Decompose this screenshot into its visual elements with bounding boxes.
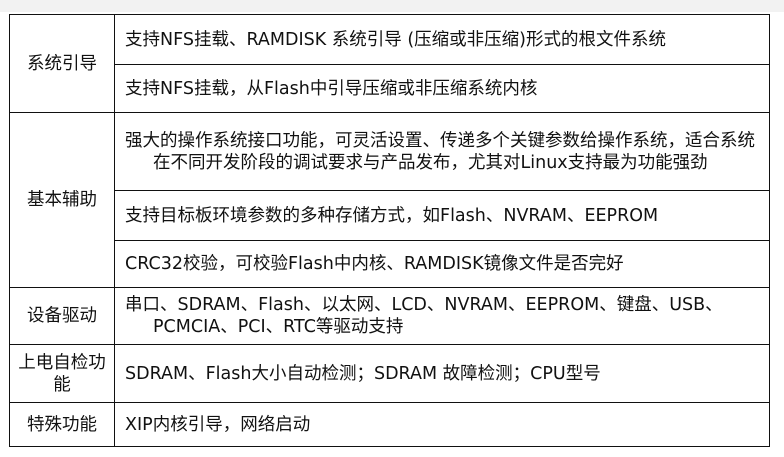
description-text: 强大的操作系统接口功能，可灵活设置、传递多个关键参数给操作系统，适合系统在不同开… [125, 130, 755, 173]
description-cell: CRC32校验，可校验Flash中内核、RAMDISK镜像文件是否完好 [114, 240, 770, 288]
description-cell: 串口、SDRAM、Flash、以太网、LCD、NVRAM、EEPROM、键盘、U… [114, 287, 770, 345]
category-basic-support: 基本辅助 [9, 112, 115, 288]
category-special: 特殊功能 [9, 402, 115, 447]
table-row: 支持NFS挂载，从Flash中引导压缩或非压缩系统内核 [10, 64, 770, 113]
table-row: 支持目标板环境参数的多种存储方式，如Flash、NVRAM、EEPROM [10, 190, 770, 241]
table-row: 上电自检功能 SDRAM、Flash大小自动检测；SDRAM 故障检测；CPU型… [9, 344, 770, 403]
description-cell: 支持目标板环境参数的多种存储方式，如Flash、NVRAM、EEPROM [114, 190, 770, 241]
category-boot: 系统引导 [9, 14, 115, 113]
description-cell: SDRAM、Flash大小自动检测；SDRAM 故障检测；CPU型号 [114, 344, 770, 403]
description-cell: 支持NFS挂载，从Flash中引导压缩或非压缩系统内核 [114, 64, 770, 113]
top-strip [0, 0, 784, 12]
table-row: 设备驱动 串口、SDRAM、Flash、以太网、LCD、NVRAM、EEPROM… [9, 287, 770, 345]
description-cell: 支持NFS挂载、RAMDISK 系统引导 (压缩或非压缩)形式的根文件系统 [114, 14, 770, 65]
feature-table: 系统引导 支持NFS挂载、RAMDISK 系统引导 (压缩或非压缩)形式的根文件… [9, 14, 770, 447]
table-row: 特殊功能 XIP内核引导，网络启动 [9, 402, 770, 447]
table-row: 系统引导 支持NFS挂载、RAMDISK 系统引导 (压缩或非压缩)形式的根文件… [9, 14, 770, 113]
category-device-drivers: 设备驱动 [9, 287, 115, 345]
description-cell: 强大的操作系统接口功能，可灵活设置、传递多个关键参数给操作系统，适合系统在不同开… [114, 112, 770, 191]
description-cell: XIP内核引导，网络启动 [114, 402, 770, 447]
table-row: CRC32校验，可校验Flash中内核、RAMDISK镜像文件是否完好 [10, 240, 770, 288]
category-post: 上电自检功能 [9, 344, 115, 403]
description-text: 串口、SDRAM、Flash、以太网、LCD、NVRAM、EEPROM、键盘、U… [125, 295, 723, 337]
table-row: 基本辅助 强大的操作系统接口功能，可灵活设置、传递多个关键参数给操作系统，适合系… [9, 112, 770, 288]
